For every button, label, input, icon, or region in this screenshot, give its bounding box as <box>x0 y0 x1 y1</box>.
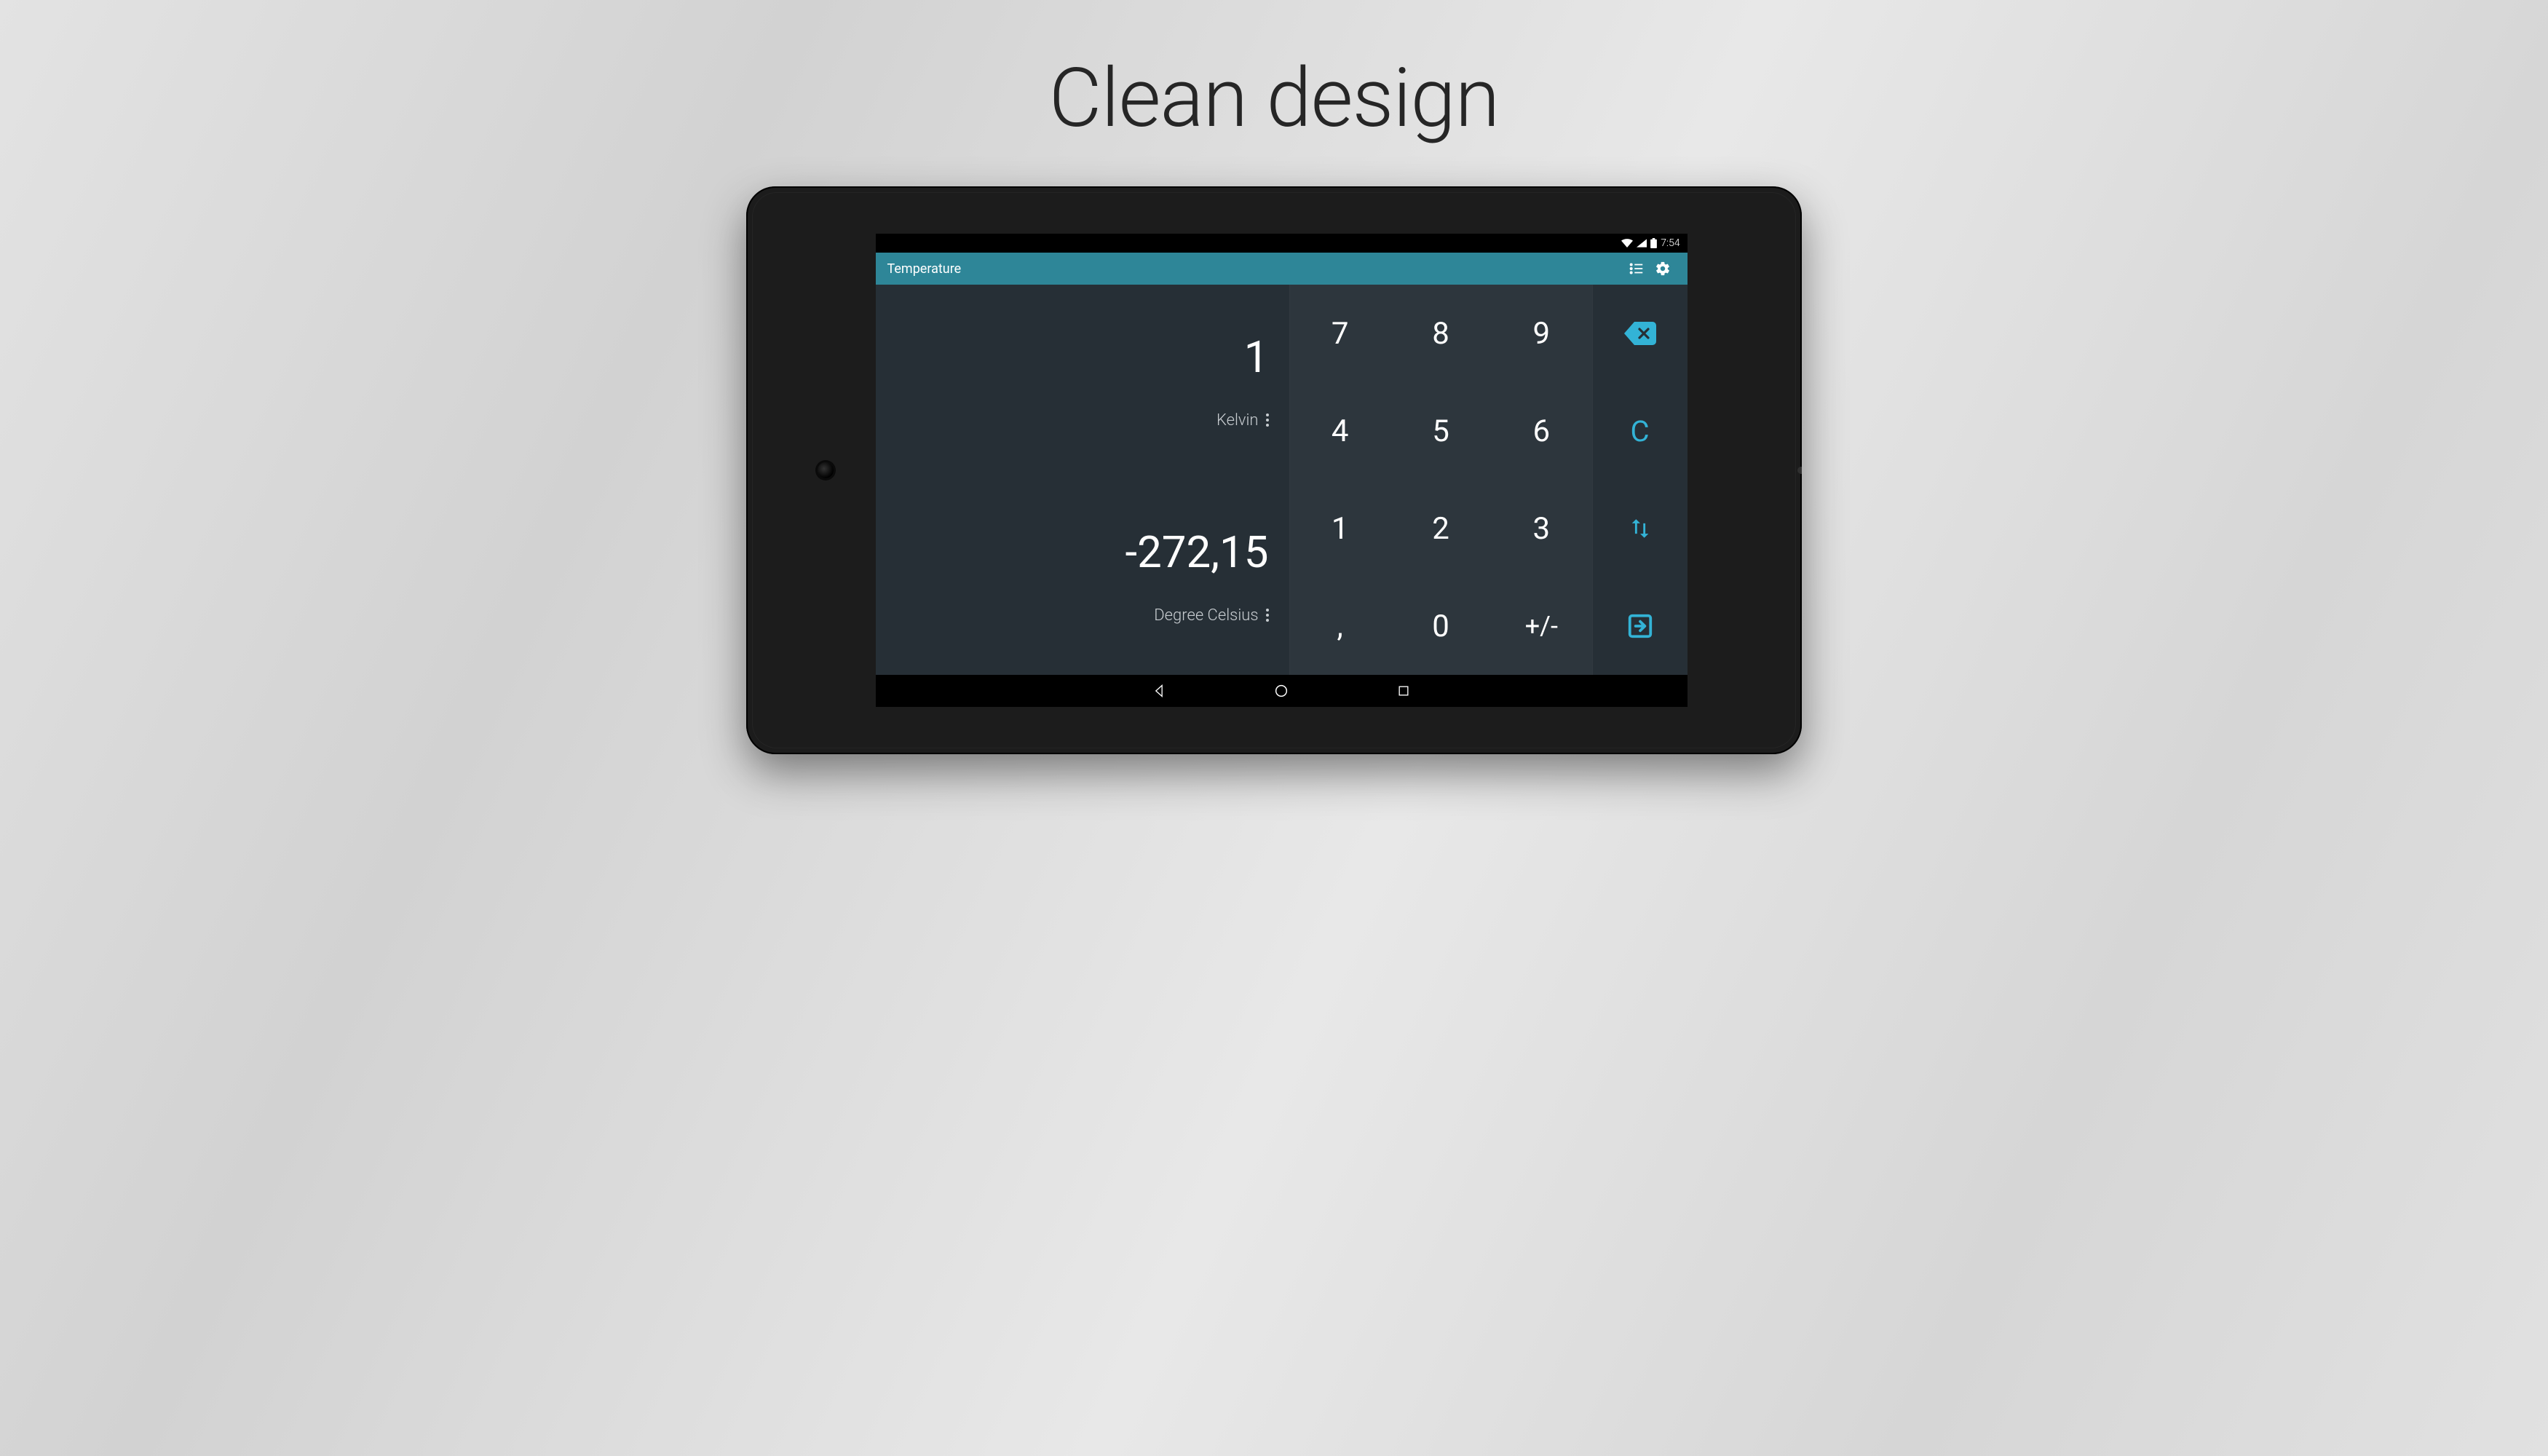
key-4[interactable]: 4 <box>1290 382 1390 480</box>
recent-icon <box>1396 684 1411 698</box>
key-9[interactable]: 9 <box>1491 285 1591 382</box>
wifi-icon <box>1621 239 1633 248</box>
tablet-camera <box>818 462 834 478</box>
more-dots-icon <box>1266 609 1269 622</box>
input-section: 1 Kelvin <box>896 285 1269 480</box>
enter-icon <box>1626 612 1654 640</box>
nav-back-button[interactable] <box>1149 681 1169 701</box>
backspace-icon <box>1624 322 1656 345</box>
key-7[interactable]: 7 <box>1290 285 1390 382</box>
key-2[interactable]: 2 <box>1390 480 1491 577</box>
actionbar-title: Temperature <box>887 261 1623 277</box>
display-pane: 1 Kelvin -272,15 Degree Celsius <box>876 285 1289 675</box>
back-icon <box>1152 684 1166 698</box>
swap-button[interactable] <box>1593 480 1688 577</box>
input-value: 1 <box>1244 336 1269 379</box>
key-8[interactable]: 8 <box>1390 285 1491 382</box>
battery-icon <box>1650 238 1657 248</box>
settings-icon[interactable] <box>1650 256 1676 282</box>
more-dots-icon <box>1266 414 1269 427</box>
key-3[interactable]: 3 <box>1491 480 1591 577</box>
status-time: 7:54 <box>1661 237 1679 249</box>
key-1[interactable]: 1 <box>1290 480 1390 577</box>
nav-home-button[interactable] <box>1271 681 1291 701</box>
enter-button[interactable] <box>1593 577 1688 675</box>
clear-button[interactable]: C <box>1593 382 1688 480</box>
operation-column: C <box>1593 285 1688 675</box>
navigation-bar <box>876 675 1688 707</box>
numeric-keypad: 7 8 9 4 5 6 1 2 3 , 0 +/- <box>1290 285 1592 675</box>
nav-recent-button[interactable] <box>1393 681 1414 701</box>
home-icon <box>1273 683 1289 699</box>
key-0[interactable]: 0 <box>1390 577 1491 675</box>
promo-headline: Clean design <box>1049 51 1500 146</box>
content-area: 1 Kelvin -272,15 Degree Celsius <box>876 285 1688 675</box>
signal-icon <box>1637 239 1647 248</box>
input-unit-label: Kelvin <box>1216 411 1259 430</box>
input-unit-selector[interactable]: Kelvin <box>1216 411 1269 430</box>
output-section: -272,15 Degree Celsius <box>896 480 1269 675</box>
key-comma[interactable]: , <box>1290 577 1390 675</box>
action-bar: Temperature <box>876 253 1688 285</box>
tablet-screen: 7:54 Temperature 1 Kelvin <box>876 234 1688 707</box>
status-bar: 7:54 <box>876 234 1688 253</box>
tablet-frame: 7:54 Temperature 1 Kelvin <box>746 186 1802 754</box>
key-5[interactable]: 5 <box>1390 382 1491 480</box>
output-value: -272,15 <box>1125 531 1269 574</box>
list-icon[interactable] <box>1623 256 1650 282</box>
key-sign[interactable]: +/- <box>1491 577 1591 675</box>
clear-label: C <box>1630 414 1649 448</box>
output-unit-selector[interactable]: Degree Celsius <box>1154 606 1268 625</box>
key-6[interactable]: 6 <box>1491 382 1591 480</box>
tablet-side-indicator <box>1797 467 1802 474</box>
backspace-button[interactable] <box>1593 285 1688 382</box>
output-unit-label: Degree Celsius <box>1154 606 1258 625</box>
swap-icon <box>1628 516 1653 541</box>
